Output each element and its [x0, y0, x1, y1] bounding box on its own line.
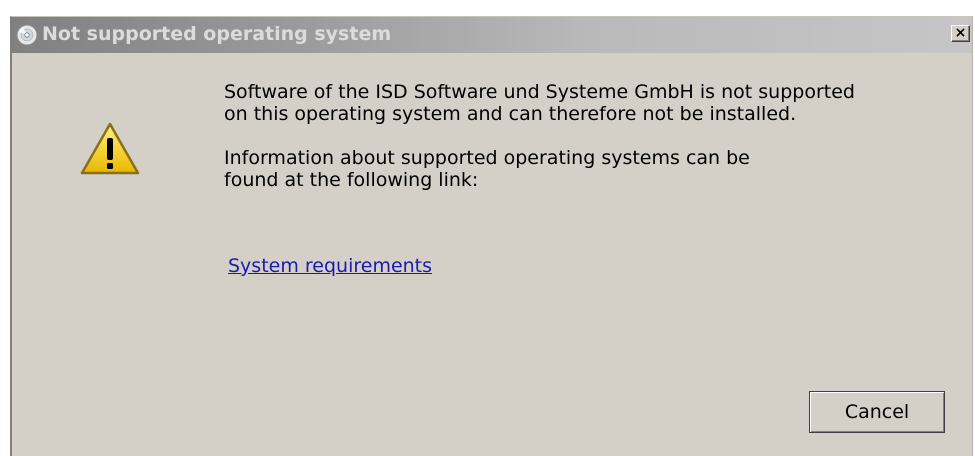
warning-icon [79, 121, 141, 177]
dialog-window: Not supported operating system × Softwar… [10, 16, 973, 456]
close-icon: × [954, 25, 967, 41]
message-text: Software of the ISD Software und Systeme… [224, 81, 855, 191]
message-line-1: Software of the ISD Software und Systeme… [224, 81, 855, 103]
window-title: Not supported operating system [42, 23, 392, 45]
system-requirements-link[interactable]: System requirements [228, 255, 432, 277]
message-line-2: on this operating system and can therefo… [224, 103, 797, 125]
message-line-4: found at the following link: [224, 169, 479, 191]
message-line-3: Information about supported operating sy… [224, 147, 750, 169]
cd-installer-icon [16, 24, 38, 46]
close-button[interactable]: × [951, 25, 970, 42]
title-bar[interactable]: Not supported operating system × [12, 17, 972, 53]
cancel-button[interactable]: Cancel [809, 391, 945, 433]
